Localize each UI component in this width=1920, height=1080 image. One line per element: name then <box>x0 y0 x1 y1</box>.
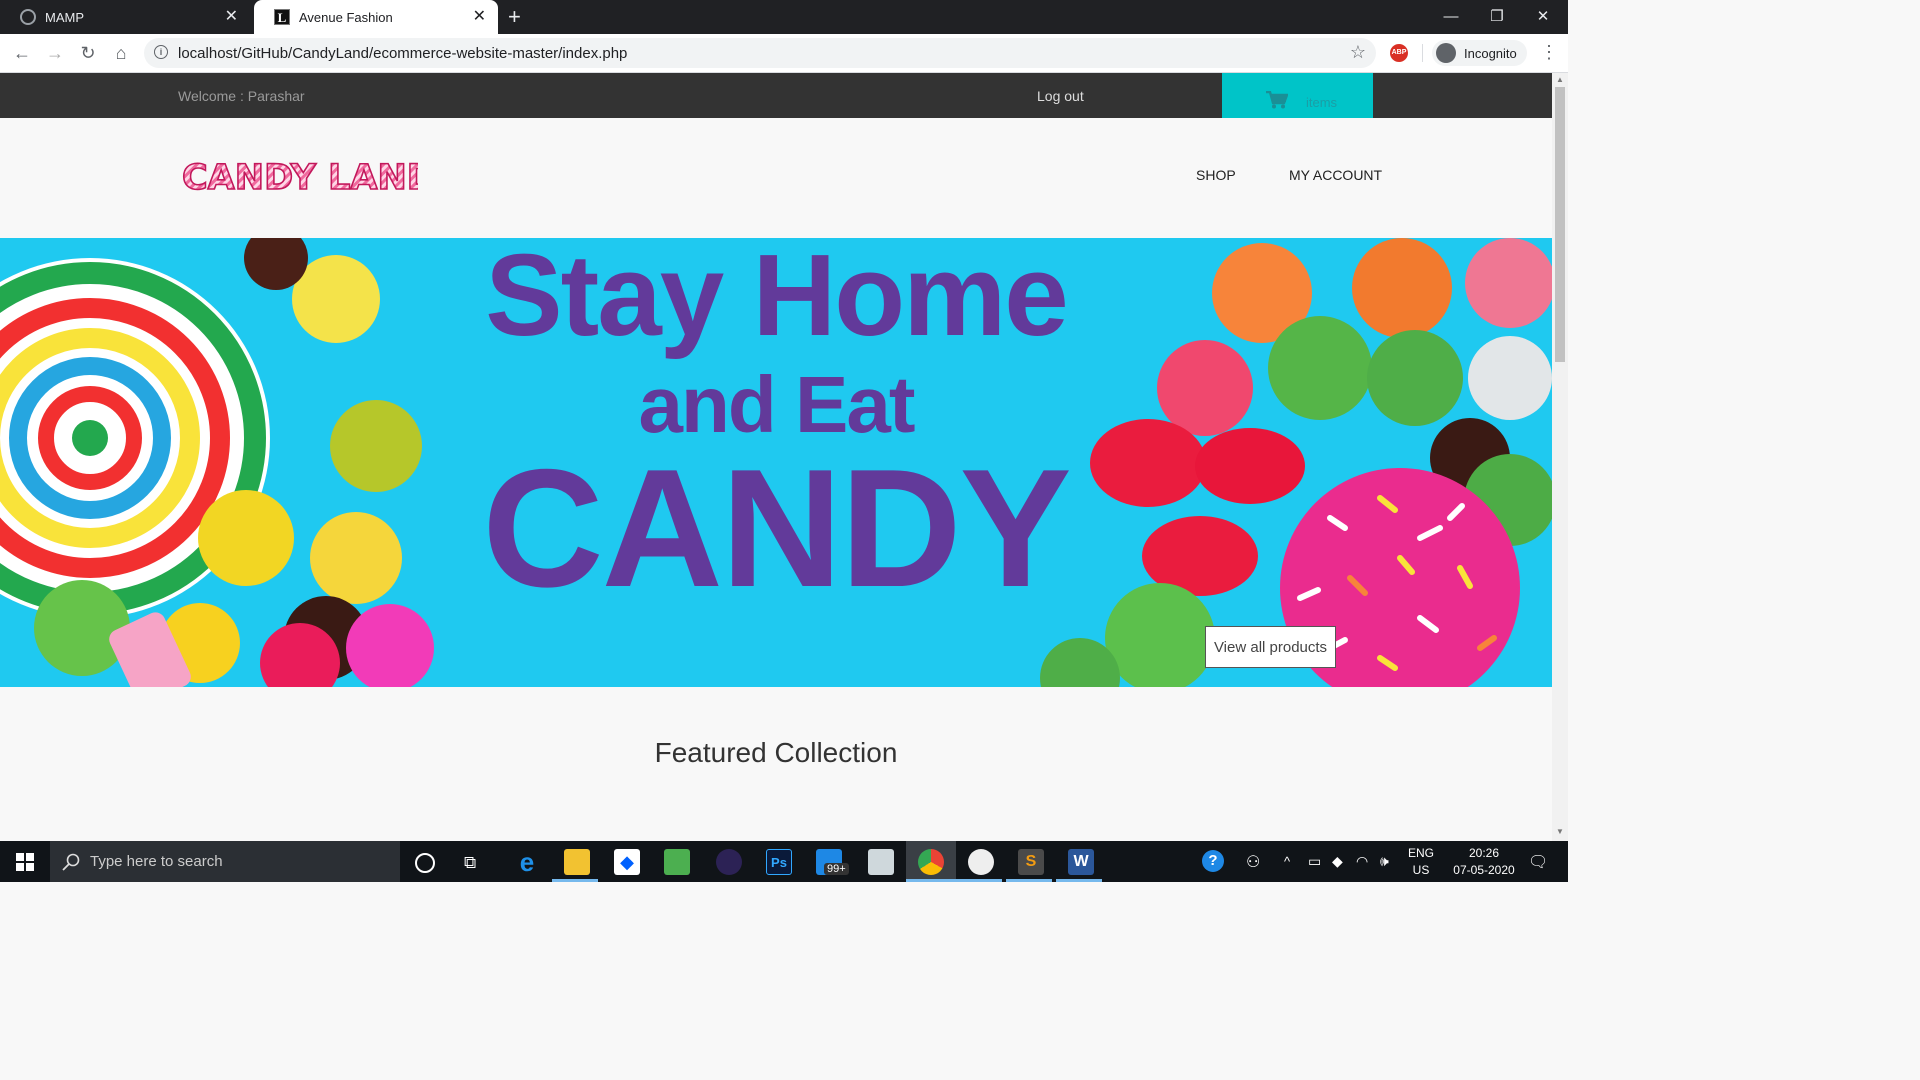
tray-chevron-icon[interactable]: ^ <box>1284 841 1290 882</box>
back-icon[interactable]: ← <box>9 40 35 66</box>
nav-shop[interactable]: SHOP <box>1196 167 1236 183</box>
cart-items-label: items <box>1306 95 1338 110</box>
help-icon[interactable]: ? <box>1202 850 1224 872</box>
featured-collection-heading: Featured Collection <box>654 737 898 768</box>
app-icon-gray[interactable] <box>868 849 894 875</box>
hero-banner: Stay Home and Eat CANDY <box>0 238 1552 687</box>
taskbar-underline <box>956 879 1002 882</box>
logo-text: CANDY LAND <box>182 158 418 198</box>
taskbar-underline <box>552 879 598 882</box>
toolbar-divider <box>1422 44 1423 62</box>
address-bar[interactable]: i localhost/GitHub/CandyLand/ecommerce-w… <box>144 38 1376 68</box>
scrollbar-thumb[interactable] <box>1555 87 1565 362</box>
photoshop-icon[interactable]: Ps <box>766 849 792 875</box>
restore-icon[interactable]: ❐ <box>1474 0 1520 32</box>
dropbox-tray-icon[interactable]: ◆ <box>1332 841 1343 882</box>
site-header: CANDY LAND SHOP MY ACCOUNT <box>0 118 1552 238</box>
forward-icon[interactable]: → <box>42 40 68 66</box>
language-indicator[interactable]: ENG US <box>1408 845 1434 879</box>
close-icon[interactable]: ✕ <box>473 9 486 25</box>
dropbox-icon[interactable]: ◆ <box>614 849 640 875</box>
minimize-icon[interactable]: — <box>1428 0 1474 32</box>
lang-code: ENG <box>1408 846 1435 860</box>
page-scrollbar[interactable]: ▲ ▼ <box>1552 73 1568 841</box>
eclipse-icon[interactable] <box>716 849 742 875</box>
cart-icon <box>1266 91 1288 109</box>
task-view-icon[interactable]: ⧉ <box>464 853 476 873</box>
notifications-icon[interactable]: 🗨 <box>1528 841 1548 882</box>
clock-date: 07-05-2020 <box>1453 863 1515 877</box>
sublime-icon[interactable]: S <box>1018 849 1044 875</box>
bookmark-star-icon[interactable]: ☆ <box>1350 42 1366 63</box>
clock-time: 20:26 <box>1468 846 1500 860</box>
candy-land-logo[interactable]: CANDY LAND <box>182 156 418 198</box>
nav-my-account[interactable]: MY ACCOUNT <box>1289 167 1382 183</box>
adblock-icon[interactable]: ABP <box>1390 44 1408 62</box>
chrome-icon[interactable] <box>918 849 944 875</box>
logout-link[interactable]: Log out <box>1037 88 1084 104</box>
scroll-up-icon[interactable]: ▲ <box>1556 75 1564 84</box>
region-code: US <box>1412 863 1430 877</box>
tab-title: Avenue Fashion <box>299 9 393 25</box>
hero-line-1: Stay Home <box>485 238 1069 360</box>
site-favicon-icon: L <box>274 9 290 25</box>
search-placeholder: Type here to search <box>90 853 223 870</box>
site-top-bar: Welcome : Parashar Log out items <box>0 73 1552 118</box>
volume-icon[interactable]: 🕪 <box>1380 841 1389 882</box>
people-icon[interactable]: ⚇ <box>1246 841 1260 882</box>
browser-tab-bar: MAMP ✕ L Avenue Fashion ✕ + — ❐ ✕ <box>0 0 1568 34</box>
taskbar-underline <box>1056 879 1102 882</box>
taskbar-underline <box>906 879 956 882</box>
mail-badge: 99+ <box>824 863 849 875</box>
app-icon-green[interactable] <box>664 849 690 875</box>
menu-kebab-icon[interactable]: ⋮ <box>1540 42 1558 63</box>
taskbar-search[interactable]: Type here to search <box>50 841 400 882</box>
close-icon[interactable]: ✕ <box>225 9 238 25</box>
browser-toolbar: ← → ↻ ⌂ i localhost/GitHub/CandyLand/eco… <box>0 34 1568 73</box>
battery-icon[interactable]: ▭ <box>1308 841 1321 882</box>
reload-icon[interactable]: ↻ <box>75 40 101 66</box>
tab-mamp[interactable]: MAMP ✕ <box>0 0 250 34</box>
search-icon <box>62 853 80 871</box>
windows-start-icon[interactable] <box>16 853 34 871</box>
tab-title: MAMP <box>45 9 84 25</box>
mamp-favicon-icon <box>20 9 36 25</box>
view-all-products-button[interactable]: View all products <box>1205 626 1336 668</box>
edge-icon[interactable]: e <box>514 849 540 875</box>
home-icon[interactable]: ⌂ <box>108 40 134 66</box>
cortana-icon[interactable] <box>415 853 435 873</box>
info-icon[interactable]: i <box>154 45 168 59</box>
clock[interactable]: 20:26 07-05-2020 <box>1444 845 1524 879</box>
file-explorer-icon[interactable] <box>564 849 590 875</box>
url-text[interactable]: localhost/GitHub/CandyLand/ecommerce-web… <box>178 45 627 62</box>
new-tab-button[interactable]: + <box>508 4 521 30</box>
word-icon[interactable]: W <box>1068 849 1094 875</box>
taskbar-underline <box>1006 879 1052 882</box>
github-icon[interactable] <box>968 849 994 875</box>
tab-avenue-fashion[interactable]: L Avenue Fashion ✕ <box>254 0 498 34</box>
incognito-label: Incognito <box>1464 45 1517 61</box>
welcome-text: Welcome : Parashar <box>178 88 305 104</box>
cart-button[interactable]: items <box>1222 73 1373 118</box>
scroll-down-icon[interactable]: ▼ <box>1556 827 1564 836</box>
windows-taskbar: Type here to search ⧉ e ◆ Ps 99+ S W ? ⚇… <box>0 841 1568 882</box>
hero-line-3: CANDY <box>482 434 1071 622</box>
incognito-badge[interactable]: Incognito <box>1432 40 1527 66</box>
window-close-icon[interactable]: ✕ <box>1520 0 1566 32</box>
incognito-icon <box>1436 43 1456 63</box>
wifi-icon[interactable]: ◠ <box>1356 841 1368 882</box>
